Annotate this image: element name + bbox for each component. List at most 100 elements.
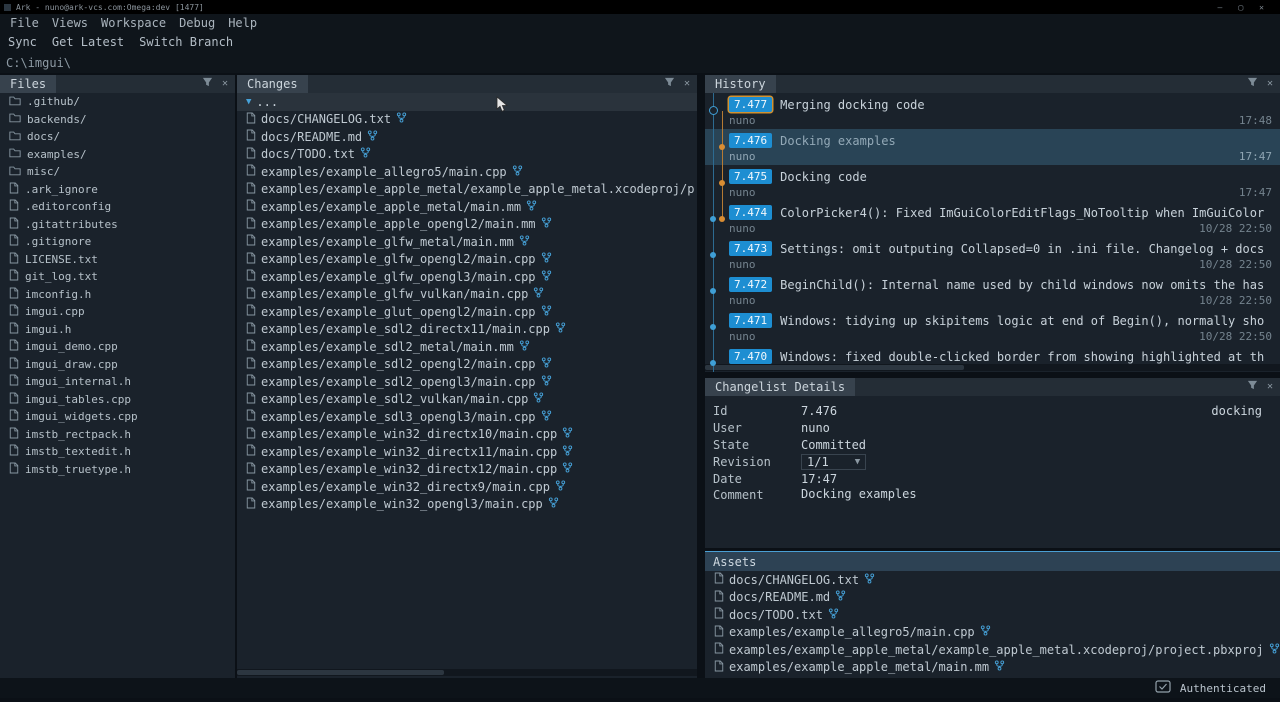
- changed-file-row[interactable]: examples/example_win32_directx10/main.cp…: [237, 426, 697, 444]
- menu-item[interactable]: Help: [228, 16, 257, 30]
- menu-item[interactable]: Debug: [179, 16, 215, 30]
- tree-file-row[interactable]: imstb_textedit.h: [0, 443, 235, 461]
- filter-icon[interactable]: [202, 77, 213, 91]
- folder-icon: [9, 95, 21, 109]
- minimize-button[interactable]: –: [1218, 3, 1223, 12]
- horizontal-scrollbar[interactable]: [237, 669, 697, 676]
- close-icon[interactable]: ✕: [1267, 79, 1273, 89]
- toolbar-button[interactable]: Get Latest: [52, 35, 124, 49]
- tree-file-row[interactable]: imconfig.h: [0, 286, 235, 304]
- close-button[interactable]: ✕: [1259, 3, 1264, 12]
- tree-file-row[interactable]: imstb_rectpack.h: [0, 426, 235, 444]
- details-panel-title[interactable]: Changelist Details: [705, 378, 855, 396]
- horizontal-scrollbar[interactable]: [705, 364, 1280, 371]
- branch-icon: [1269, 643, 1280, 657]
- changed-file-row[interactable]: examples/example_apple_opengl2/main.mm: [237, 216, 697, 234]
- revision-dropdown[interactable]: 1/1 ▼: [801, 454, 866, 470]
- filter-icon[interactable]: [1247, 380, 1258, 394]
- file-icon: [9, 427, 19, 442]
- changed-file-row[interactable]: examples/example_sdl2_directx11/main.cpp: [237, 321, 697, 339]
- changed-file-row[interactable]: examples/example_apple_metal/example_app…: [237, 181, 697, 199]
- changes-root-row[interactable]: ▼ ...: [237, 93, 697, 111]
- asset-row[interactable]: examples/example_apple_metal/example_app…: [705, 641, 1280, 659]
- asset-row[interactable]: docs/TODO.txt: [705, 606, 1280, 624]
- commit-author: nuno: [729, 330, 756, 343]
- tree-folder-row[interactable]: .github/: [0, 93, 235, 111]
- scrollbar-thumb[interactable]: [237, 670, 444, 675]
- history-commit-row[interactable]: 7.473 Settings: omit outputing Collapsed…: [705, 237, 1280, 273]
- changed-file-row[interactable]: docs/README.md: [237, 128, 697, 146]
- close-icon[interactable]: ✕: [684, 79, 690, 89]
- tree-file-row[interactable]: .gitignore: [0, 233, 235, 251]
- history-panel-title[interactable]: History: [705, 75, 776, 93]
- tree-file-row[interactable]: LICENSE.txt: [0, 251, 235, 269]
- toolbar-button[interactable]: Switch Branch: [139, 35, 233, 49]
- changed-file-row[interactable]: examples/example_win32_directx12/main.cp…: [237, 461, 697, 479]
- filter-icon[interactable]: [1247, 77, 1258, 91]
- changed-file-row[interactable]: examples/example_sdl2_opengl2/main.cpp: [237, 356, 697, 374]
- changed-file-row[interactable]: examples/example_glfw_opengl2/main.cpp: [237, 251, 697, 269]
- tree-file-row[interactable]: imgui.h: [0, 321, 235, 339]
- tree-file-row[interactable]: .gitattributes: [0, 216, 235, 234]
- tree-folder-row[interactable]: examples/: [0, 146, 235, 164]
- changed-file-row[interactable]: examples/example_allegro5/main.cpp: [237, 163, 697, 181]
- history-commit-row[interactable]: 7.477 Merging docking code nuno 17:48: [705, 93, 1280, 129]
- file-icon: [9, 234, 19, 249]
- tree-file-row[interactable]: imgui_draw.cpp: [0, 356, 235, 374]
- scrollbar-thumb[interactable]: [705, 365, 964, 370]
- tree-file-row[interactable]: git_log.txt: [0, 268, 235, 286]
- tree-file-row[interactable]: imgui_tables.cpp: [0, 391, 235, 409]
- assets-header[interactable]: Assets: [705, 551, 1280, 571]
- history-commit-row[interactable]: 7.471 Windows: tidying up skipitems logi…: [705, 309, 1280, 345]
- changed-file-row[interactable]: examples/example_sdl2_metal/main.mm: [237, 338, 697, 356]
- changed-file-row[interactable]: examples/example_glfw_opengl3/main.cpp: [237, 268, 697, 286]
- changed-file-row[interactable]: docs/CHANGELOG.txt: [237, 111, 697, 129]
- history-commit-row[interactable]: 7.475 Docking code nuno 17:47: [705, 165, 1280, 201]
- changed-file-row[interactable]: examples/example_sdl2_opengl3/main.cpp: [237, 373, 697, 391]
- files-panel-title[interactable]: Files: [0, 75, 56, 93]
- history-commit-row[interactable]: 7.476 Docking examples nuno 17:47: [705, 129, 1280, 165]
- changed-file-name: examples/example_glfw_vulkan/main.cpp: [261, 287, 528, 301]
- asset-row[interactable]: docs/README.md: [705, 589, 1280, 607]
- close-icon[interactable]: ✕: [1267, 382, 1273, 392]
- maximize-button[interactable]: ▢: [1238, 3, 1243, 12]
- changed-file-row[interactable]: examples/example_sdl3_opengl3/main.cpp: [237, 408, 697, 426]
- menu-item[interactable]: Views: [52, 16, 88, 30]
- tree-file-row[interactable]: imgui.cpp: [0, 303, 235, 321]
- tree-file-row[interactable]: imgui_demo.cpp: [0, 338, 235, 356]
- changed-file-row[interactable]: examples/example_win32_directx11/main.cp…: [237, 443, 697, 461]
- changed-file-row[interactable]: examples/example_glut_opengl2/main.cpp: [237, 303, 697, 321]
- asset-row[interactable]: docs/CHANGELOG.txt: [705, 571, 1280, 589]
- changed-file-row[interactable]: docs/TODO.txt: [237, 146, 697, 164]
- file-name: LICENSE.txt: [25, 253, 98, 266]
- changed-file-row[interactable]: examples/example_glfw_metal/main.mm: [237, 233, 697, 251]
- expander-icon[interactable]: ▼: [246, 97, 251, 107]
- tree-folder-row[interactable]: backends/: [0, 111, 235, 129]
- changed-file-row[interactable]: examples/example_win32_opengl3/main.cpp: [237, 496, 697, 514]
- menu-item[interactable]: File: [10, 16, 39, 30]
- history-commit-row[interactable]: 7.474 ColorPicker4(): Fixed ImGuiColorEd…: [705, 201, 1280, 237]
- tree-file-row[interactable]: .editorconfig: [0, 198, 235, 216]
- changed-file-row[interactable]: examples/example_apple_metal/main.mm: [237, 198, 697, 216]
- tree-file-row[interactable]: imgui_widgets.cpp: [0, 408, 235, 426]
- tree-file-row[interactable]: .ark_ignore: [0, 181, 235, 199]
- comment-label: Comment: [713, 487, 801, 502]
- asset-name: docs/CHANGELOG.txt: [729, 573, 859, 587]
- asset-row[interactable]: examples/example_allegro5/main.cpp: [705, 624, 1280, 642]
- file-tree: .github/ backends/ docs/ example: [0, 93, 235, 478]
- history-commit-row[interactable]: 7.472 BeginChild(): Internal name used b…: [705, 273, 1280, 309]
- tree-folder-row[interactable]: docs/: [0, 128, 235, 146]
- asset-row[interactable]: examples/example_apple_metal/main.mm: [705, 659, 1280, 677]
- changes-panel-title[interactable]: Changes: [237, 75, 308, 93]
- filter-icon[interactable]: [664, 77, 675, 91]
- tree-folder-row[interactable]: misc/: [0, 163, 235, 181]
- close-icon[interactable]: ✕: [222, 79, 228, 89]
- changed-file-row[interactable]: examples/example_glfw_vulkan/main.cpp: [237, 286, 697, 304]
- tree-file-row[interactable]: imgui_internal.h: [0, 373, 235, 391]
- tree-file-row[interactable]: imstb_truetype.h: [0, 461, 235, 479]
- changed-file-row[interactable]: examples/example_sdl2_vulkan/main.cpp: [237, 391, 697, 409]
- changed-file-row[interactable]: examples/example_win32_directx9/main.cpp: [237, 478, 697, 496]
- toolbar-button[interactable]: Sync: [8, 35, 37, 49]
- authenticated-icon: [1155, 680, 1171, 696]
- menu-item[interactable]: Workspace: [101, 16, 166, 30]
